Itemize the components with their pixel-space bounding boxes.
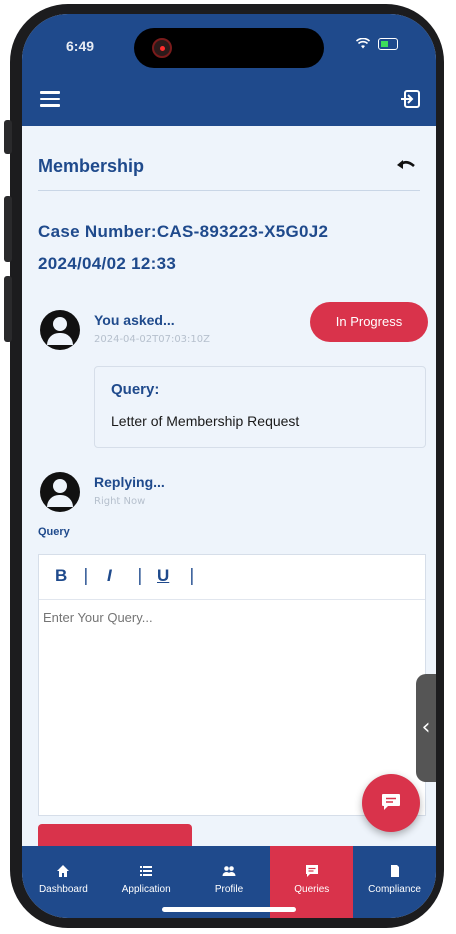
wifi-icon — [355, 37, 370, 49]
reply-timestamp: Right Now — [94, 496, 146, 507]
list-icon — [140, 866, 153, 876]
query-field-label: Query — [38, 526, 70, 538]
case-number: Case Number:CAS-893223-X5G0J2 — [38, 222, 329, 241]
editor-toolbar: B | I | U | — [39, 555, 425, 600]
logout-icon[interactable] — [400, 88, 422, 110]
query-title: Query: — [111, 381, 160, 398]
main-content: Membership Case Number:CAS-893223-X5G0J2… — [22, 126, 436, 854]
volume-up-button — [4, 196, 12, 262]
status-bar: 6:49 — [22, 14, 436, 74]
volume-down-button — [4, 276, 12, 342]
divider — [38, 190, 420, 191]
status-time: 6:49 — [66, 38, 95, 54]
page-title: Membership — [38, 156, 145, 176]
nav-compliance[interactable]: Compliance — [353, 846, 436, 918]
toolbar-separator: | — [189, 566, 195, 586]
chat-fab-button[interactable] — [362, 774, 420, 832]
people-icon — [222, 866, 236, 876]
chat-icon — [305, 865, 318, 877]
italic-button[interactable]: I — [107, 566, 112, 586]
hamburger-menu-icon[interactable] — [40, 91, 60, 107]
query-card: Query: Letter of Membership Request — [94, 366, 426, 448]
nav-label: Application — [121, 884, 171, 895]
replying-label: Replying... — [94, 474, 165, 490]
asked-label: You asked... — [94, 312, 175, 328]
home-icon — [57, 865, 70, 877]
user-avatar-icon — [40, 310, 80, 350]
nav-label: Compliance — [368, 884, 421, 895]
battery-icon — [378, 37, 398, 50]
underline-button[interactable]: U — [157, 566, 169, 586]
app-header — [22, 74, 436, 126]
nav-dashboard[interactable]: Dashboard — [22, 846, 105, 918]
mute-switch — [4, 120, 12, 154]
status-badge[interactable]: In Progress — [310, 302, 428, 342]
reply-avatar-icon — [40, 472, 80, 512]
home-indicator[interactable] — [162, 907, 296, 912]
dynamic-island — [134, 28, 324, 68]
document-icon — [390, 865, 399, 877]
toolbar-separator: | — [137, 566, 143, 586]
query-editor: B | I | U | — [38, 554, 426, 816]
bold-button[interactable]: B — [55, 566, 67, 586]
camera-icon — [152, 38, 172, 58]
asked-timestamp: 2024-04-02T07:03:10Z — [94, 334, 210, 345]
nav-label: Profile — [214, 884, 244, 895]
toolbar-separator: | — [83, 566, 89, 586]
phone-screen: 6:49 Membership Case Number:CAS-893223-X… — [22, 14, 436, 918]
bottom-navigation: Dashboard Application Profile Queries Co… — [22, 846, 436, 918]
nav-label: Dashboard — [38, 884, 88, 895]
case-date: 2024/04/02 12:33 — [38, 254, 177, 273]
query-input[interactable] — [39, 600, 425, 815]
status-icons — [355, 36, 398, 51]
chat-icon — [382, 794, 400, 810]
nav-label: Queries — [294, 884, 330, 895]
query-text: Letter of Membership Request — [111, 413, 300, 429]
undo-icon[interactable] — [396, 156, 418, 174]
side-drawer-handle[interactable]: ‹ — [416, 674, 436, 782]
